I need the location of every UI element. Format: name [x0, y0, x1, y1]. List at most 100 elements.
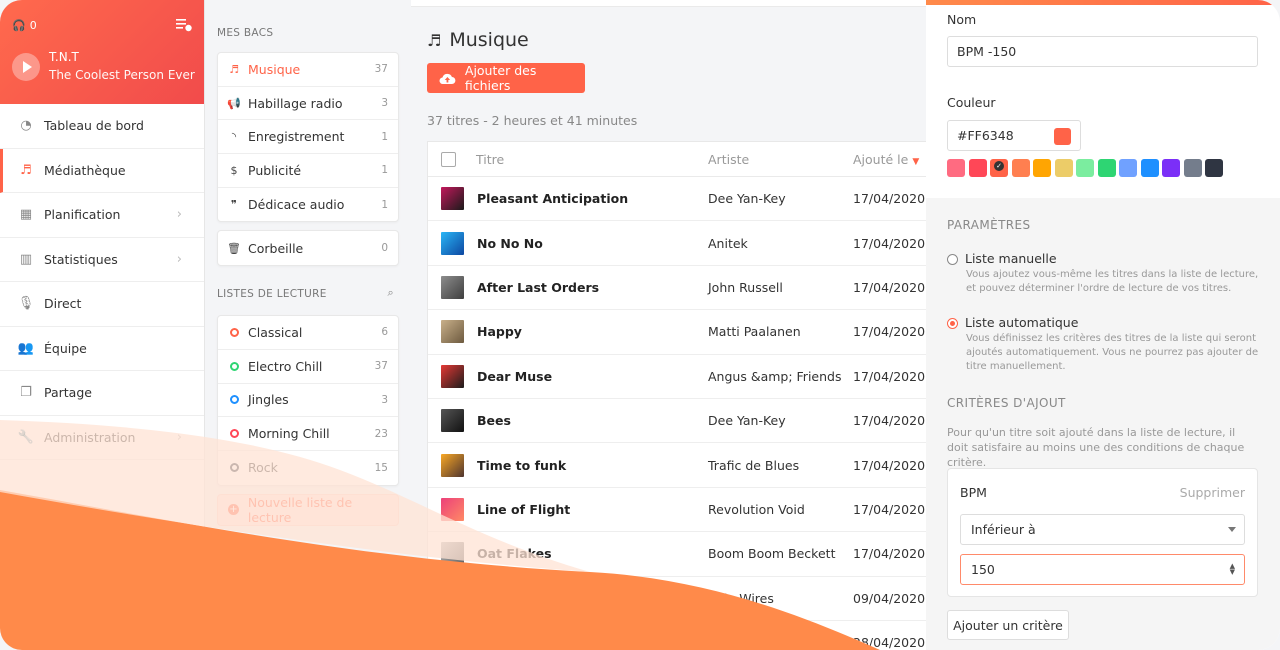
table-row[interactable]: Happy Matti Paalanen 17/04/2020: [428, 310, 926, 355]
playlist-item-4[interactable]: Rock 15: [218, 451, 398, 485]
circle-icon: [227, 463, 241, 473]
play-button[interactable]: [12, 53, 40, 81]
bin-item-3[interactable]: $ Publicité 1: [218, 154, 398, 188]
color-swatch[interactable]: [1011, 159, 1030, 177]
playlist-editor: Nom BPM -150 Couleur #FF6348 PARAMÈTRES …: [926, 0, 1280, 650]
add-criterion-button[interactable]: Ajouter un critère: [947, 610, 1069, 640]
playlist-count: 15: [374, 461, 388, 474]
queue-icon[interactable]: [176, 18, 192, 32]
album-art-thumbnail: [441, 542, 464, 566]
circle-icon: [227, 361, 241, 371]
calendar-icon: ▦: [19, 207, 33, 223]
color-value: #FF6348: [957, 128, 1014, 143]
track-artist: Dee Yan-Key: [708, 191, 786, 207]
table-row[interactable]: After Last Orders John Russell 17/04/2020: [428, 266, 926, 311]
playlist-label: Jingles: [248, 392, 289, 408]
nav-item-0[interactable]: ◔ Tableau de bord: [0, 104, 204, 149]
app-window: 🎧 0 T.N.T The Coolest Person Ever ◔ Table…: [0, 0, 1280, 650]
table-row[interactable]: 28/04/2020: [428, 621, 926, 650]
color-swatch[interactable]: [1033, 159, 1051, 177]
track-title: Pleasant Anticipation: [477, 191, 629, 207]
album-art-thumbnail: [441, 409, 464, 433]
criterion-name: BPM: [960, 485, 987, 500]
nav-item-4[interactable]: 🎙 Direct: [0, 282, 204, 327]
playlist-count: 37: [374, 360, 388, 373]
color-swatch[interactable]: [1162, 159, 1180, 177]
column-title[interactable]: Titre: [476, 152, 504, 167]
circle-icon: [227, 429, 241, 439]
color-swatch[interactable]: [990, 159, 1008, 177]
playlist-label: Classical: [248, 324, 303, 340]
playlist-label: Morning Chill: [248, 426, 330, 442]
column-artist[interactable]: Artiste: [708, 152, 749, 167]
manual-list-radio[interactable]: [947, 254, 958, 265]
track-date: 17/04/2020: [853, 546, 926, 562]
color-swatch[interactable]: [1183, 159, 1202, 177]
playlist-color-dot: [229, 395, 239, 405]
chevron-right-icon: ›: [176, 251, 182, 267]
operator-select[interactable]: Inférieur à: [960, 514, 1245, 545]
criterion-value: 150: [971, 562, 995, 577]
playlist-item-0[interactable]: Classical 6: [218, 316, 398, 350]
track-title: Time to funk: [477, 457, 567, 473]
megaphone-icon: 📢: [227, 96, 241, 110]
color-palette: [947, 159, 1223, 177]
auto-list-radio[interactable]: [947, 318, 958, 329]
color-swatch[interactable]: [1140, 159, 1159, 177]
operator-value: Inférieur à: [971, 522, 1036, 537]
nav-item-5[interactable]: 👥 Équipe: [0, 327, 204, 371]
chevron-right-icon: ›: [176, 429, 182, 445]
criterion-value-input[interactable]: 150 ▲ ▼: [960, 554, 1245, 585]
bin-item-0[interactable]: ♬ Musique 37: [218, 53, 398, 87]
new-playlist-button[interactable]: + Nouvelle liste de lecture: [217, 493, 399, 526]
nav-item-7[interactable]: 🔧 Administration ›: [0, 416, 204, 460]
color-input[interactable]: #FF6348: [947, 120, 1081, 151]
tracks-table: Titre Artiste Ajouté le ▼ Pleasant Antic…: [427, 141, 926, 650]
table-row[interactable]: Time to funk Trafic de Blues 17/04/2020: [428, 443, 926, 488]
headphones-icon: 🎧: [12, 19, 26, 32]
main-menu: ◔ Tableau de bord ♬ Médiathèque ▦ Planificati…: [0, 104, 204, 460]
playlist-item-1[interactable]: Electro Chill 37: [218, 350, 398, 384]
nav-item-6[interactable]: ❐ Partage: [0, 371, 204, 416]
table-row[interactable]: Spin Wires 09/04/2020: [428, 577, 926, 621]
color-swatch[interactable]: [1097, 159, 1116, 177]
bin-item-4[interactable]: ❞ Dédicace audio 1: [218, 188, 398, 222]
playlist-item-2[interactable]: Jingles 3: [218, 384, 398, 418]
color-swatch[interactable]: [968, 159, 987, 177]
table-row[interactable]: Pleasant Anticipation Dee Yan-Key 17/04/20…: [428, 177, 926, 222]
color-swatch[interactable]: [947, 159, 965, 177]
track-date: 17/04/2020: [853, 191, 926, 207]
track-date: 17/04/2020: [853, 279, 926, 295]
bin-item-trash[interactable]: 🗑 Corbeille 0: [218, 231, 398, 265]
bin-item-2[interactable]: ◝ Enregistrement 1: [218, 120, 398, 155]
nav-item-1[interactable]: ♬ Médiathèque: [0, 148, 204, 193]
table-row[interactable]: No No No Anitek 17/04/2020: [428, 221, 926, 266]
color-swatch[interactable]: [1205, 159, 1223, 177]
table-row[interactable]: Dear Muse Angus &amp; Friends 17/04/2020: [428, 355, 926, 399]
table-row[interactable]: Line of Flight Revolution Void 17/04/2020: [428, 488, 926, 533]
bin-count: 0: [381, 242, 388, 255]
column-added[interactable]: Ajouté le ▼: [853, 152, 919, 167]
bin-item-1[interactable]: 📢 Habillage radio 3: [218, 87, 398, 121]
playlist-item-3[interactable]: Morning Chill 23: [218, 417, 398, 451]
bin-count: 37: [374, 63, 388, 76]
name-input[interactable]: BPM -150: [947, 36, 1258, 67]
rss-icon: ◝: [231, 130, 237, 144]
add-files-button[interactable]: Ajouter des fichiers: [427, 63, 585, 93]
nav-item-2[interactable]: ▦ Planification ›: [0, 193, 204, 238]
table-row[interactable]: Bees Dee Yan-Key 17/04/2020: [428, 399, 926, 444]
page-title-text: Musique: [449, 29, 529, 51]
color-swatch[interactable]: [1119, 159, 1137, 177]
select-all-checkbox[interactable]: [441, 151, 456, 167]
search-icon[interactable]: ⌕: [388, 286, 394, 300]
bin-count: 1: [381, 130, 388, 143]
track-artist: Matti Paalanen: [708, 324, 801, 340]
nav-item-3[interactable]: ▥ Statistiques ›: [0, 238, 204, 282]
color-swatch[interactable]: [1076, 159, 1094, 177]
number-spinner-icon[interactable]: ▲ ▼: [1230, 563, 1235, 576]
delete-criterion-button[interactable]: Supprimer: [1180, 485, 1245, 500]
color-swatch[interactable]: [1054, 159, 1073, 177]
playlist-label: Electro Chill: [248, 358, 323, 374]
nav-item-label: Administration: [44, 429, 136, 445]
table-row[interactable]: Oat Flakes Boom Boom Beckett 17/04/2020: [428, 532, 926, 577]
